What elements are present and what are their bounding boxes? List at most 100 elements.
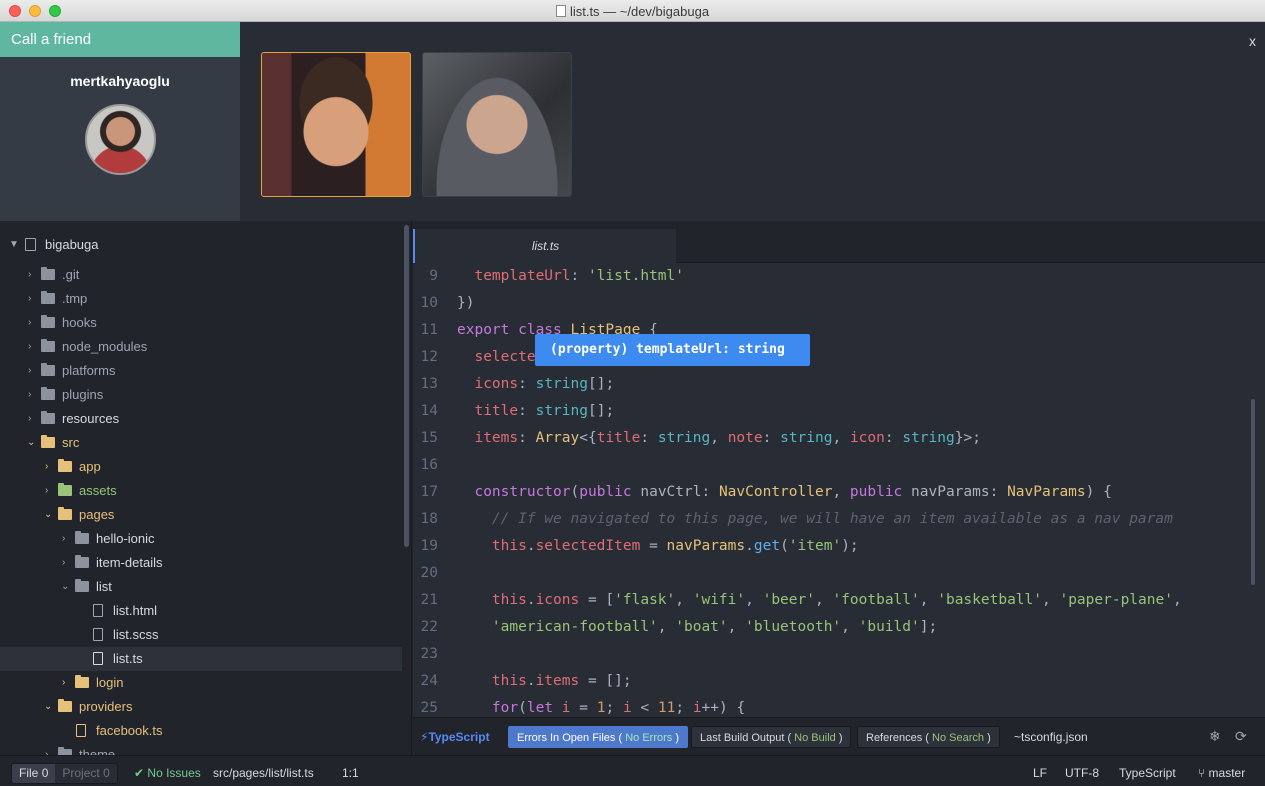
repo-icon xyxy=(25,238,36,251)
line-ending[interactable]: LF xyxy=(1033,766,1047,780)
code-line: 22 'american-football', 'boat', 'bluetoo… xyxy=(413,614,1265,641)
tree-item-login[interactable]: › login xyxy=(0,671,402,695)
tree-item-plugins[interactable]: › plugins xyxy=(0,383,402,407)
tree-item-label: hello-ionic xyxy=(96,531,155,546)
chevron-right-icon: › xyxy=(28,413,32,424)
tree-item-providers[interactable]: ⌄ providers xyxy=(0,695,402,719)
tree-item-label: src xyxy=(62,435,80,450)
caller-username: mertkahyaoglu xyxy=(70,73,170,89)
file-path[interactable]: src/pages/list/list.ts xyxy=(213,766,314,780)
issues-status[interactable]: ✔ No Issues xyxy=(134,766,201,780)
chevron-down-icon: ⌄ xyxy=(44,509,53,520)
chevron-down-icon: ⌄ xyxy=(61,581,70,592)
chevron-down-icon: ⌄ xyxy=(44,701,53,712)
branch-label: master xyxy=(1208,766,1246,780)
call-close-button[interactable]: x xyxy=(1249,33,1256,49)
tree-item-label: .tmp xyxy=(62,291,88,306)
folder-icon xyxy=(75,531,89,544)
tree-item-resources[interactable]: › resources xyxy=(0,407,402,431)
folder-icon xyxy=(58,483,72,496)
references-button[interactable]: References ( No Search ) xyxy=(857,726,1000,748)
tree-item-label: facebook.ts xyxy=(96,723,163,738)
file-encoding[interactable]: UTF-8 xyxy=(1065,766,1099,780)
tree-item-label: theme xyxy=(79,747,116,755)
tree-item-pages[interactable]: ⌄ pages xyxy=(0,503,402,527)
errors-in-open-files-button[interactable]: Errors In Open Files ( No Errors ) xyxy=(508,726,688,748)
chevron-right-icon: › xyxy=(45,461,49,472)
tree-item-platforms[interactable]: › platforms xyxy=(0,359,402,383)
file-icon xyxy=(93,604,103,617)
chevron-down-icon: ⌄ xyxy=(27,437,36,448)
git-branch[interactable]: ⑂ master xyxy=(1198,766,1245,780)
tree-item-label: login xyxy=(96,675,124,690)
errors-status: No Errors xyxy=(625,732,673,744)
tree-item-list-scss[interactable]: list.scss xyxy=(0,623,402,647)
tsconfig-link[interactable]: ~tsconfig.json xyxy=(1014,730,1088,744)
editor-scrollbar[interactable] xyxy=(1251,399,1255,585)
folder-icon xyxy=(41,291,55,304)
line-number: 25 xyxy=(420,700,438,716)
chevron-right-icon: › xyxy=(45,485,49,496)
remote-video-feed[interactable] xyxy=(422,52,572,197)
code-line: 15 items: Array<{title: string, note: st… xyxy=(413,425,1265,452)
code-line: 19 this.selectedItem = navParams.get('it… xyxy=(413,533,1265,560)
grammar-selector[interactable]: TypeScript xyxy=(1119,766,1176,780)
code-line: 17 constructor(public navCtrl: NavContro… xyxy=(413,479,1265,506)
project-scope-tab[interactable]: Project 0 xyxy=(55,764,117,783)
chevron-right-icon: › xyxy=(28,317,32,328)
tree-item-label: providers xyxy=(79,699,133,714)
code-line: 18 // If we navigated to this page, we w… xyxy=(413,506,1265,533)
snowflake-icon[interactable]: ❄ xyxy=(1209,728,1221,745)
tree-item-hello-ionic[interactable]: › hello-ionic xyxy=(0,527,402,551)
tree-item-node-modules[interactable]: › node_modules xyxy=(0,335,402,359)
close-paren: ) xyxy=(987,732,991,744)
line-number: 19 xyxy=(420,538,438,554)
tree-item-hooks[interactable]: › hooks xyxy=(0,311,402,335)
tab-label: File xyxy=(19,766,39,780)
tree-item-item-details[interactable]: › item-details xyxy=(0,551,402,575)
line-number: 16 xyxy=(420,457,438,473)
typescript-logo[interactable]: ⚡TypeScript xyxy=(420,730,490,744)
tree-item-app[interactable]: › app xyxy=(0,455,402,479)
tree-item-list-html[interactable]: list.html xyxy=(0,599,402,623)
tree-item-list[interactable]: ⌄ list xyxy=(0,575,402,599)
code-line: 10}) xyxy=(413,290,1265,317)
call-header: Call a friend xyxy=(0,22,240,57)
editor-pane: list.ts 9 templateUrl: 'list.html' 10}) … xyxy=(413,221,1265,755)
line-number: 14 xyxy=(420,403,438,419)
line-number: 17 xyxy=(420,484,438,500)
chevron-right-icon: › xyxy=(62,677,66,688)
tree-item-src[interactable]: ⌄ src xyxy=(0,431,402,455)
tree-item-tmp[interactable]: › .tmp xyxy=(0,287,402,311)
typescript-panel-bar: ⚡TypeScript Errors In Open Files ( No Er… xyxy=(413,717,1265,755)
tree-root[interactable]: ▼ bigabuga xyxy=(0,233,402,257)
tree-item-label: resources xyxy=(62,411,120,426)
close-paren: ) xyxy=(675,732,679,744)
chevron-down-icon: ▼ xyxy=(9,239,19,250)
code-line: 16 xyxy=(413,452,1265,479)
tree-item-label: .git xyxy=(62,267,80,282)
line-number: 13 xyxy=(420,376,438,392)
last-build-output-button[interactable]: Last Build Output ( No Build ) xyxy=(691,726,852,748)
tree-scrollbar[interactable] xyxy=(404,225,409,547)
tab-count: 0 xyxy=(41,766,49,780)
file-scope-tab[interactable]: File 0 xyxy=(12,764,56,783)
tab-list-ts[interactable]: list.ts xyxy=(413,229,676,263)
tree-item-assets[interactable]: › assets xyxy=(0,479,402,503)
tree-item-theme[interactable]: › theme xyxy=(0,743,402,755)
tree-item-git[interactable]: › .git xyxy=(0,263,402,287)
refresh-icon[interactable]: ⟳ xyxy=(1235,728,1247,745)
cursor-position[interactable]: 1:1 xyxy=(342,766,359,780)
code-area[interactable]: 9 templateUrl: 'list.html' 10}) 11 export… xyxy=(413,263,1265,717)
tree-item-label: node_modules xyxy=(62,339,148,354)
linter-scope-tabs: File 0 Project 0 xyxy=(11,763,118,784)
line-number: 22 xyxy=(420,619,438,635)
chevron-right-icon: › xyxy=(28,269,32,280)
tree-item-facebook-ts[interactable]: facebook.ts xyxy=(0,719,402,743)
tree-item-label: assets xyxy=(79,483,117,498)
window-title: list.ts — ~/dev/bigabuga xyxy=(0,4,1265,19)
close-paren: ) xyxy=(838,732,843,744)
local-video-feed[interactable] xyxy=(261,52,411,197)
tree-item-list-ts[interactable]: list.ts xyxy=(0,647,402,671)
tree-item-label: list.ts xyxy=(113,651,143,666)
